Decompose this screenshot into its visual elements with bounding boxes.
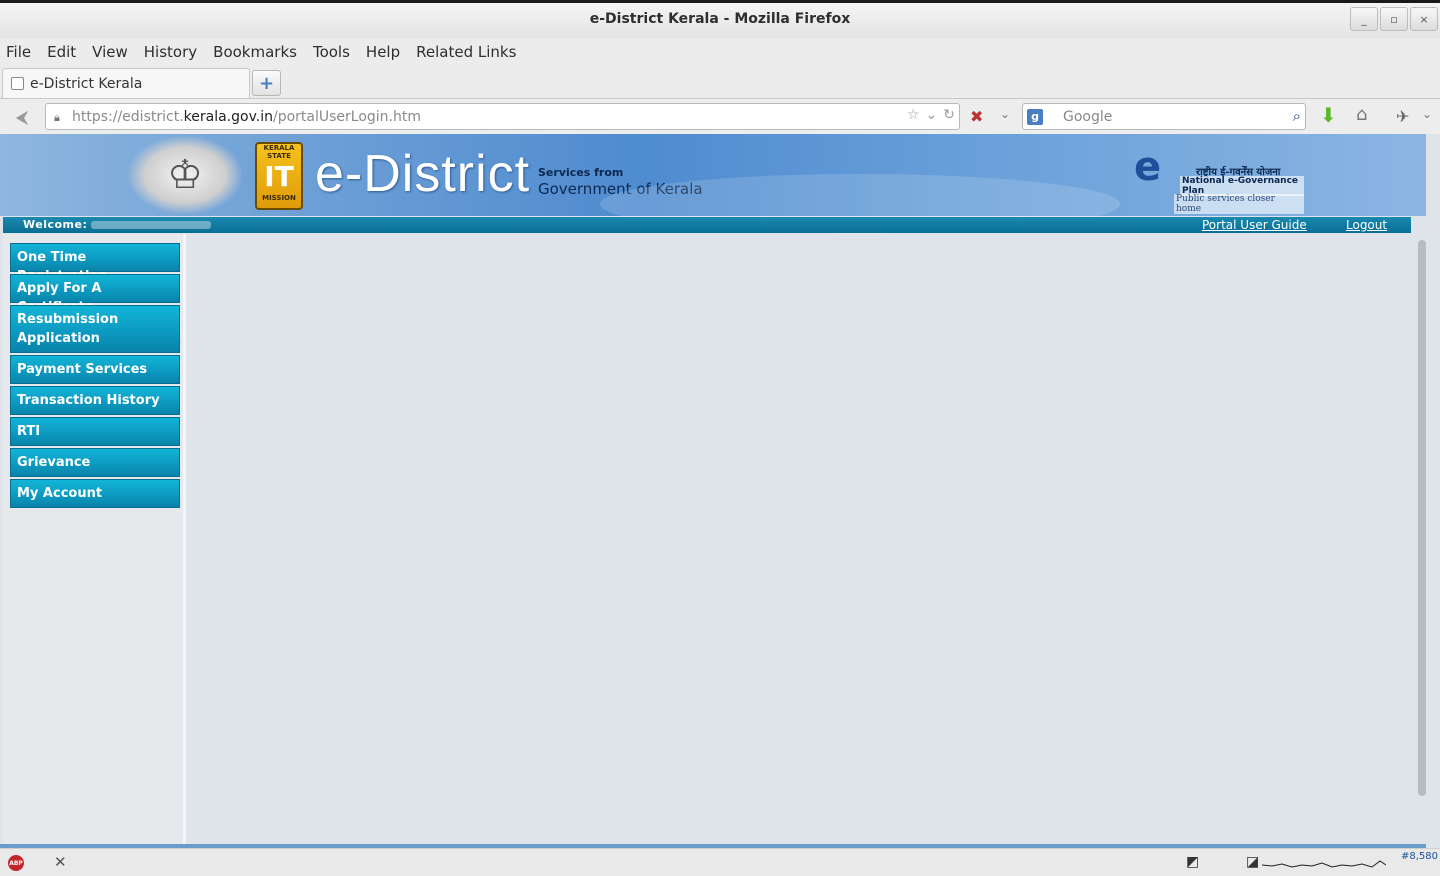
page-icon <box>11 77 24 90</box>
menu-view[interactable]: View <box>92 43 128 61</box>
negov-mark-icon: e <box>1134 144 1162 190</box>
sidebar-item-apply-certificate[interactable]: Apply For A Certificate <box>10 274 180 315</box>
minimize-button[interactable]: _ <box>1350 7 1378 31</box>
addon-status-icon[interactable]: ◩ <box>1186 854 1199 870</box>
negov-plan-logo: e राष्ट्रीय ई-गवर्नेंस योजना National e-… <box>1134 144 1304 214</box>
search-input[interactable]: Google <box>1063 109 1112 125</box>
welcome-username <box>91 221 211 229</box>
portal-user-guide-link[interactable]: Portal User Guide <box>1202 218 1307 232</box>
url-prefix: https://edistrict. <box>72 108 184 125</box>
menu-related-links[interactable]: Related Links <box>416 43 516 61</box>
welcome-bar: Welcome: Portal User Guide Logout <box>3 217 1411 233</box>
navigation-toolbar: ⮜ 🔒︎ https://edistrict.kerala.gov.in/por… <box>0 98 1440 134</box>
kerala-it-mission-logo: KERALA STATE IT MISSION <box>255 142 303 210</box>
rank-counter: #8,580 <box>1400 851 1438 862</box>
tab-label: e-District Kerala <box>30 75 143 92</box>
url-host: kerala.gov.in <box>183 108 273 125</box>
chevron-down-icon[interactable]: ⌄ <box>1000 107 1010 121</box>
close-button[interactable]: × <box>1410 7 1438 31</box>
ping-icon[interactable]: ◪ <box>1246 854 1259 870</box>
reload-icon[interactable]: ↻ <box>943 107 955 123</box>
url-bar[interactable]: 🔒︎ https://edistrict.kerala.gov.in/porta… <box>45 103 960 130</box>
menu-history[interactable]: History <box>144 43 197 61</box>
download-icon[interactable]: ⬇ <box>1320 103 1337 127</box>
back-button[interactable]: ⮜ <box>6 105 38 129</box>
status-bar: ABP ✕ ◩ ◪ #8,580 <box>0 848 1440 876</box>
government-text: Government of Kerala <box>538 180 703 198</box>
search-bar[interactable]: g Google ⌕ <box>1022 103 1306 130</box>
negov-tagline: Public services closer home <box>1174 194 1304 214</box>
adblock-icon[interactable]: ABP <box>8 855 24 871</box>
page-viewport: ♔ KERALA STATE IT MISSION e-District Ser… <box>0 134 1440 848</box>
site-banner: ♔ KERALA STATE IT MISSION e-District Ser… <box>0 134 1426 234</box>
network-activity-graph <box>1262 860 1386 868</box>
url-actions: ☆ ⌄ ↻ <box>907 107 955 123</box>
sidebar-item-one-time-registration[interactable]: One Time Registration <box>10 243 180 284</box>
kerala-emblem-logo: ♔ <box>128 136 242 214</box>
addon-icon[interactable]: ✈ <box>1396 107 1409 126</box>
vertical-scrollbar[interactable] <box>1416 238 1428 798</box>
window-title: e-District Kerala - Mozilla Firefox <box>589 11 851 27</box>
it-mission-mark: IT <box>264 160 294 193</box>
sidebar-menu: One Time Registration Apply For A Certif… <box>3 234 186 848</box>
stop-icon[interactable]: ✖ <box>970 107 983 126</box>
edistrict-brand: e-District <box>315 145 531 203</box>
sidebar-item-grievance[interactable]: Grievance <box>10 448 180 477</box>
negov-plan-text: National e-Governance Plan <box>1180 176 1304 196</box>
welcome-label: Welcome: <box>23 218 88 231</box>
close-icon[interactable]: ✕ <box>54 853 67 871</box>
new-tab-button[interactable]: + <box>252 70 281 96</box>
sidebar-item-my-account[interactable]: My Account <box>10 479 180 508</box>
lock-icon: 🔒︎ <box>54 110 60 124</box>
overflow-chevron-icon[interactable]: ⌄ <box>1422 107 1432 121</box>
menu-edit[interactable]: Edit <box>47 43 76 61</box>
window-controls: _ ▫ × <box>1350 7 1438 31</box>
logout-link[interactable]: Logout <box>1346 218 1387 232</box>
home-icon[interactable]: ⌂ <box>1356 104 1367 125</box>
sidebar-item-rti[interactable]: RTI <box>10 417 180 446</box>
search-engine-icon[interactable]: g <box>1027 108 1043 125</box>
back-arrow-icon: ⮜ <box>15 106 29 128</box>
menu-help[interactable]: Help <box>366 43 400 61</box>
scrollbar-thumb[interactable] <box>1418 240 1426 796</box>
url-text: https://edistrict.kerala.gov.in/portalUs… <box>72 109 421 125</box>
window-titlebar: e-District Kerala - Mozilla Firefox _ ▫ … <box>0 0 1440 38</box>
maximize-button[interactable]: ▫ <box>1380 7 1408 31</box>
tab-bar: e-District Kerala + <box>0 66 1440 98</box>
menu-bar: File Edit View History Bookmarks Tools H… <box>0 38 1440 66</box>
menu-bookmarks[interactable]: Bookmarks <box>213 43 297 61</box>
sidebar-item-payment-services[interactable]: Payment Services <box>10 355 180 384</box>
tab-edistrict[interactable]: e-District Kerala <box>2 68 250 98</box>
sidebar-item-resubmission[interactable]: Resubmission Application <box>10 305 180 353</box>
menu-file[interactable]: File <box>6 43 31 61</box>
search-icon[interactable]: ⌕ <box>1293 107 1301 125</box>
dropdown-icon[interactable]: ⌄ <box>926 107 938 123</box>
bookmark-star-icon[interactable]: ☆ <box>907 107 920 123</box>
url-path: /portalUserLogin.htm <box>272 108 421 125</box>
sidebar-item-transaction-history[interactable]: Transaction History <box>10 386 180 415</box>
it-mission-top: KERALA STATE <box>263 144 295 160</box>
services-from-text: Services from <box>538 166 624 179</box>
it-mission-bottom: MISSION <box>262 194 296 202</box>
menu-tools[interactable]: Tools <box>313 43 350 61</box>
